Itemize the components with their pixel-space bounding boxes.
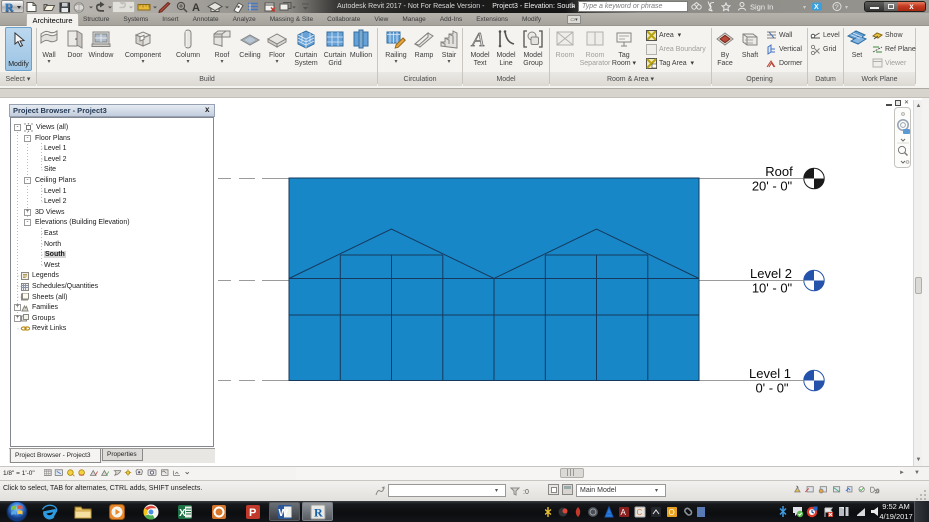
svg-text:X: X bbox=[179, 508, 186, 519]
svg-text::0: :0 bbox=[523, 489, 529, 496]
svg-text:P: P bbox=[249, 507, 256, 519]
svg-text:0' - 0": 0' - 0" bbox=[755, 381, 788, 396]
svg-text:10' - 0": 10' - 0" bbox=[752, 281, 793, 296]
svg-text:W: W bbox=[279, 508, 289, 519]
svg-text:C: C bbox=[637, 508, 643, 517]
svg-text:A: A bbox=[621, 508, 627, 517]
svg-text::0: :0 bbox=[875, 489, 879, 495]
svg-text:R: R bbox=[314, 505, 323, 519]
svg-text:Level 2: Level 2 bbox=[750, 266, 792, 281]
svg-text:O: O bbox=[669, 508, 675, 517]
svg-text:20' - 0": 20' - 0" bbox=[752, 179, 793, 194]
svg-text:Roof: Roof bbox=[765, 164, 793, 179]
svg-text:Level 1: Level 1 bbox=[749, 366, 791, 381]
